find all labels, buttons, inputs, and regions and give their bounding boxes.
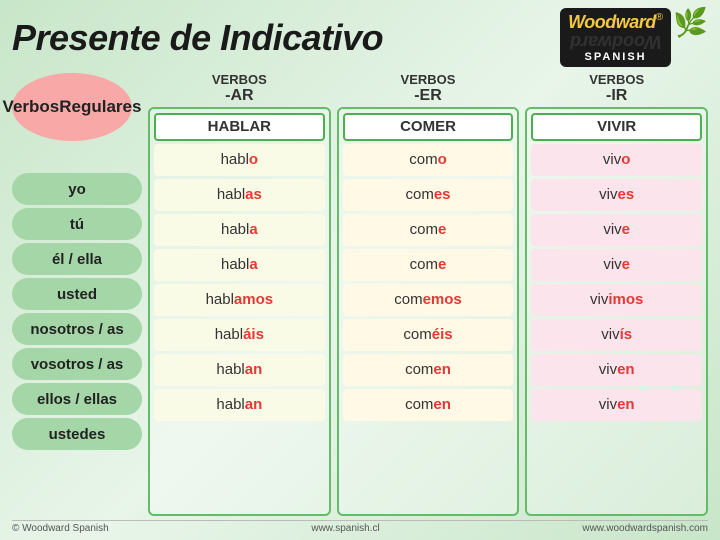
pronoun-ustedes: ustedes (12, 418, 142, 450)
logo-box: Woodward ® Woodward SPANISH (560, 8, 671, 67)
footer: © Woodward Spanish www.spanish.cl www.wo… (12, 520, 708, 534)
content-area: Verbos Regulares yo tú él / ella usted n… (12, 73, 708, 516)
ir-header: VERBOS -IR (525, 73, 708, 105)
er-inner: COMER como comes come come comemos coméi… (337, 107, 520, 516)
ir-column: VERBOS -IR VIVIR vivo vives vive vive vi… (525, 73, 708, 516)
er-form-0: como (343, 144, 514, 176)
ir-form-1: vives (531, 179, 702, 211)
ir-form-5: vivís (531, 319, 702, 351)
pronoun-yo: yo (12, 173, 142, 205)
ar-form-6: hablan (154, 354, 325, 386)
er-form-2: come (343, 214, 514, 246)
pronoun-nosotros: nosotros / as (12, 313, 142, 345)
er-form-1: comes (343, 179, 514, 211)
ir-form-2: vive (531, 214, 702, 246)
spacer (12, 145, 142, 173)
ar-inner: HABLAR hablo hablas habla habla hablamos… (148, 107, 331, 516)
pronoun-el-ella: él / ella (12, 243, 142, 275)
ar-form-1: hablas (154, 179, 325, 211)
main-container: Presente de Indicativo Woodward ® Woodwa… (0, 0, 720, 540)
pronoun-tu: tú (12, 208, 142, 240)
ar-form-5: habláis (154, 319, 325, 351)
er-form-4: comemos (343, 284, 514, 316)
leaf-icon: 🌿 (673, 6, 708, 39)
header: Presente de Indicativo Woodward ® Woodwa… (12, 8, 708, 67)
pronoun-usted: usted (12, 278, 142, 310)
footer-left: © Woodward Spanish (12, 523, 109, 534)
er-column: VERBOS -ER COMER como comes come come co… (337, 73, 520, 516)
ar-form-0: hablo (154, 144, 325, 176)
er-form-7: comen (343, 389, 514, 421)
er-form-6: comen (343, 354, 514, 386)
pronoun-ellos: ellos / ellas (12, 383, 142, 415)
ir-form-6: viven (531, 354, 702, 386)
er-header: VERBOS -ER (337, 73, 520, 105)
logo-sub: SPANISH (585, 51, 647, 63)
ar-form-2: habla (154, 214, 325, 246)
logo-brand: Woodward (568, 12, 656, 33)
er-form-5: coméis (343, 319, 514, 351)
pronouns-column: Verbos Regulares yo tú él / ella usted n… (12, 73, 142, 516)
ir-inner: VIVIR vivo vives vive vive vivimos vivís… (525, 107, 708, 516)
footer-center: www.spanish.cl (311, 523, 379, 534)
verbos-regulares-label: Verbos Regulares (12, 73, 132, 141)
page-title: Presente de Indicativo (12, 17, 383, 59)
ar-form-4: hablamos (154, 284, 325, 316)
pronoun-vosotros: vosotros / as (12, 348, 142, 380)
ar-column: VERBOS -AR HABLAR hablo hablas habla hab… (148, 73, 331, 516)
ir-form-0: vivo (531, 144, 702, 176)
ir-form-7: viven (531, 389, 702, 421)
footer-right: www.woodwardspanish.com (582, 523, 708, 534)
ar-example: HABLAR (154, 113, 325, 141)
ir-form-4: vivimos (531, 284, 702, 316)
ar-form-7: hablan (154, 389, 325, 421)
logo-registered: ® (656, 12, 663, 23)
logo-reflection: Woodward (570, 33, 662, 51)
ar-form-3: habla (154, 249, 325, 281)
ar-header: VERBOS -AR (148, 73, 331, 105)
er-form-3: come (343, 249, 514, 281)
er-example: COMER (343, 113, 514, 141)
ir-example: VIVIR (531, 113, 702, 141)
ir-form-3: vive (531, 249, 702, 281)
